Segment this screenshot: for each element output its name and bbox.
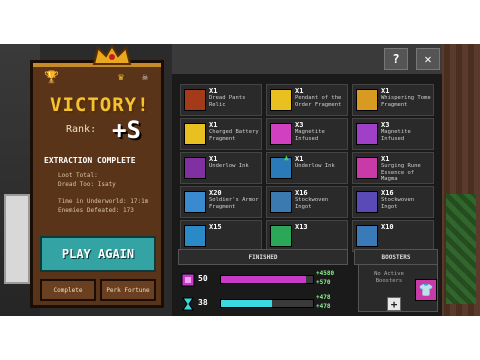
loot-item-quantity: X1: [381, 155, 390, 163]
companion-sprite: [4, 194, 30, 284]
loot-item[interactable]: X3 Magnetite Infused: [266, 118, 348, 150]
magnetite-icon: [270, 123, 292, 145]
loot-item[interactable]: X1 Surging Rune Essence of Magma: [352, 152, 434, 184]
time-gain-top: +478: [316, 294, 331, 301]
progress-section-header: FINISHED: [178, 249, 348, 265]
gem-icon: [356, 225, 378, 247]
loot-item[interactable]: X13: [266, 220, 348, 252]
loot-item-name: Magnetite Infused: [381, 129, 411, 142]
tome-icon: [356, 89, 378, 111]
boosters-section-header: BOOSTERS: [354, 249, 438, 265]
loot-item-quantity: X20: [209, 189, 222, 197]
progress-row-rank: 50 +4580 +570: [180, 270, 344, 290]
loot-item-quantity: X1: [209, 87, 218, 95]
perk-fortune-button[interactable]: Perk Fortune: [100, 279, 156, 301]
add-booster-button[interactable]: +: [387, 297, 401, 311]
letterbox-top: [0, 0, 480, 44]
letterbox-bottom: [0, 316, 480, 360]
rank-icon: [181, 273, 195, 287]
mini-crown-icon: ♛: [118, 72, 125, 83]
loot-item[interactable]: X10: [352, 220, 434, 252]
gem-icon: [184, 225, 206, 247]
loot-item-quantity: X1: [209, 155, 218, 163]
loot-item-name: Stockwoven Ingot: [381, 197, 415, 210]
complete-button[interactable]: Complete: [40, 279, 96, 301]
pants-relic-icon: [184, 89, 206, 111]
crown-icon: [92, 44, 132, 65]
victory-title: VICTORY!: [50, 94, 150, 116]
loot-item-name: Pendant of the Order Fragment: [295, 95, 342, 108]
loot-item[interactable]: ▲ X1 Underlow Ink: [266, 152, 348, 184]
ink-icon: [184, 157, 206, 179]
battery-icon: [184, 123, 206, 145]
rank-value: +S: [112, 116, 141, 144]
pendant-icon: [270, 89, 292, 111]
ingot-icon: [270, 191, 292, 213]
loot-item-quantity: X1: [295, 155, 304, 163]
loot-item[interactable]: X1 Underlow Ink: [180, 152, 262, 184]
background-right: [438, 44, 480, 316]
loot-item-name: Surging Rune Essence of Magma: [381, 163, 421, 182]
loot-item[interactable]: X1 Charged Battery Fragment: [180, 118, 262, 150]
rank-level-value: 50: [198, 274, 208, 283]
play-again-button[interactable]: PLAY AGAIN: [40, 236, 156, 272]
loot-item-quantity: X3: [295, 121, 304, 129]
loot-item[interactable]: X1 Whispering Tome Fragment: [352, 84, 434, 116]
loot-item[interactable]: X20 Soldier's Armor Fragment: [180, 186, 262, 218]
rank-label: Rank:: [66, 124, 97, 135]
shirt-icon[interactable]: 👕: [415, 279, 437, 301]
trophy-icon: 🏆: [44, 70, 59, 84]
loot-item[interactable]: X16 Stockwoven Ingot: [266, 186, 348, 218]
loot-item-quantity: X3: [381, 121, 390, 129]
loot-item-name: Whispering Tome Fragment: [381, 95, 431, 108]
gem-icon: [270, 225, 292, 247]
no-boosters-text: No Active Boosters: [374, 271, 404, 284]
extraction-status: EXTRACTION COMPLETE: [44, 156, 136, 165]
loot-item-quantity: X1: [295, 87, 304, 95]
armor-icon: [184, 191, 206, 213]
magnetite-icon: [356, 123, 378, 145]
loot-item[interactable]: X1 Pendant of the Order Fragment: [266, 84, 348, 116]
hourglass-icon: [182, 297, 194, 311]
loot-item-name: Stockwoven Ingot: [295, 197, 329, 210]
skull-icon: ☠: [142, 72, 149, 83]
loot-item[interactable]: X16 Stockwoven Ingot: [352, 186, 434, 218]
rank-gain-bottom: +570: [316, 279, 331, 286]
stat-line: Enemies Defeated: 173: [58, 207, 134, 214]
upgrade-arrow-icon: ▲: [284, 153, 289, 162]
time-progress-fill: [221, 300, 272, 307]
loot-item-quantity: X16: [295, 189, 308, 197]
loot-item-quantity: X1: [381, 87, 390, 95]
boosters-panel: No Active Boosters + 👕: [358, 264, 438, 312]
loot-item[interactable]: X15: [180, 220, 262, 252]
rank-gain-top: +4580: [316, 270, 335, 277]
stat-line: Loot Total:: [58, 172, 98, 179]
loot-item-quantity: X16: [381, 189, 394, 197]
stat-line: Dread Too: Isaty: [58, 181, 116, 188]
loot-item-quantity: X10: [381, 223, 394, 231]
loot-item-quantity: X13: [295, 223, 308, 231]
loot-item-name: Magnetite Infused: [295, 129, 325, 142]
loot-item-name: Underlow Ink: [209, 163, 249, 169]
stat-line: Time in Underworld: 17:1m: [58, 198, 149, 205]
rune-icon: [356, 157, 378, 179]
rank-progress-fill: [221, 276, 306, 283]
time-gain-bottom: +478: [316, 303, 331, 310]
loot-item-quantity: X15: [209, 223, 222, 231]
vine-decoration: [446, 194, 476, 304]
time-progress-track: [220, 299, 314, 308]
loot-item-quantity: X1: [209, 121, 218, 129]
loot-item-name: Underlow Ink: [295, 163, 335, 169]
progress-row-time: 38 +478 +478: [180, 294, 344, 314]
ingot-icon: [356, 191, 378, 213]
loot-item-name: Charged Battery Fragment: [209, 129, 259, 142]
time-level-value: 38: [198, 298, 208, 307]
rank-progress-track: [220, 275, 314, 284]
loot-item-name: Soldier's Armor Fragment: [209, 197, 259, 210]
loot-item[interactable]: X3 Magnetite Infused: [352, 118, 434, 150]
close-button[interactable]: ✕: [416, 48, 440, 70]
help-button[interactable]: ?: [384, 48, 408, 70]
loot-item[interactable]: X1 Dread Pants Relic: [180, 84, 262, 116]
loot-item-name: Dread Pants Relic: [209, 95, 246, 108]
